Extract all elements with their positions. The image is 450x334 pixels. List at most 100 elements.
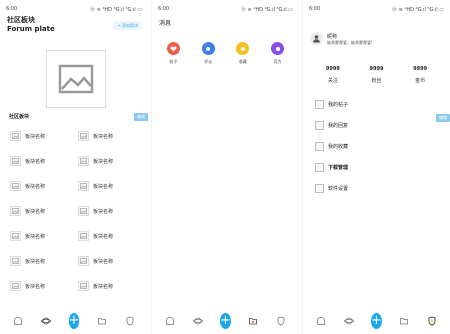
category-official[interactable]: 官方 [267, 42, 289, 65]
folder-active-icon [249, 318, 258, 325]
image-thumb-icon [10, 256, 21, 266]
star-icon [236, 42, 250, 55]
image-thumb-icon [78, 131, 89, 141]
menu-settings[interactable]: 软件设置 [315, 184, 348, 193]
replies-icon [315, 121, 324, 130]
forum-item[interactable]: 板块名称 [78, 206, 113, 216]
status-icons: ⓑ ≋ ¹HD ⁴G.ıl ⁵G.ıl ▭ [241, 7, 293, 13]
menu-my-favorites[interactable]: 我的收藏 [315, 142, 348, 151]
stat-value: 9999 [413, 66, 428, 72]
planet-icon [192, 317, 203, 325]
forum-item[interactable]: 板块名称 [78, 131, 113, 141]
menu-my-posts[interactable]: 我的帖子 [315, 100, 348, 109]
forum-item[interactable]: 板块名称 [78, 231, 113, 241]
status-icons: ⓑ ≋ ¹HD ⁴G.ıl ⁵G.ıl ▭ [90, 7, 142, 13]
forum-item-label: 板块名称 [25, 258, 46, 265]
image-placeholder-icon [58, 64, 94, 94]
page-title: 社区板块 [7, 16, 35, 24]
edit-button[interactable]: 编辑 [134, 113, 148, 121]
tab-messages[interactable] [399, 316, 409, 326]
image-thumb-icon [10, 231, 21, 241]
home-icon [165, 317, 174, 325]
forum-item[interactable]: 板块名称 [78, 256, 113, 266]
forum-item-label: 板块名称 [93, 233, 114, 240]
stat-followers[interactable]: 9999 粉丝 [370, 66, 384, 84]
planet-icon [343, 317, 354, 325]
settings-icon [315, 184, 324, 193]
forum-item-label: 板块名称 [25, 283, 46, 290]
add-forum-button[interactable]: + 添加版块 [113, 21, 142, 30]
comment-icon [201, 42, 215, 55]
category-comments[interactable]: 评论 [197, 42, 219, 65]
stat-label: 关注 [327, 78, 338, 84]
forum-item[interactable]: 板块名称 [10, 206, 45, 216]
tab-messages[interactable] [248, 316, 258, 326]
forum-item[interactable]: 板块名称 [10, 131, 45, 141]
forum-item[interactable]: 板块名称 [10, 256, 45, 266]
tab-publish[interactable]: + [68, 313, 80, 329]
add-icon: + [371, 313, 382, 329]
edit-button[interactable]: 编辑 [436, 114, 450, 122]
menu-label: 软件设置 [328, 186, 349, 192]
messages-screen: 6:00 ⓑ ≋ ¹HD ⁴G.ıl ⁵G.ıl ▭ 消息 帖子 评论 收藏 官… [151, 0, 299, 334]
forum-item[interactable]: 板块名称 [10, 281, 45, 291]
shield-active-icon [428, 316, 436, 326]
menu-my-replies[interactable]: 我的回复 [315, 121, 348, 130]
avatar[interactable] [310, 32, 323, 45]
tab-bar: + [152, 308, 299, 334]
status-bar: 6:00 ⓑ ≋ ¹HD ⁴G.ıl ⁵G.ıl ▭ [309, 4, 444, 14]
category-posts[interactable]: 帖子 [162, 42, 184, 65]
section-title: 社区板块 [9, 114, 30, 120]
forum-screen: 6:00 ⓑ ≋ ¹HD ⁴G.ıl ⁵G.ıl ▭ 社区板块 Forum pl… [0, 0, 148, 334]
forum-item[interactable]: 板块名称 [10, 181, 45, 191]
menu-label: 我的回复 [328, 123, 349, 129]
page-subtitle: Forum plate [7, 25, 55, 33]
heart-icon [166, 42, 180, 55]
official-icon [271, 42, 285, 55]
forum-item[interactable]: 板块名称 [78, 156, 113, 166]
forum-item[interactable]: 板块名称 [78, 281, 113, 291]
tab-messages[interactable] [97, 316, 107, 326]
stat-coins[interactable]: 9999 金币 [413, 66, 427, 84]
forum-item-label: 板块名称 [25, 233, 46, 240]
category-favorites[interactable]: 收藏 [232, 42, 254, 65]
tab-forum[interactable] [343, 316, 354, 326]
tab-home[interactable] [13, 316, 23, 326]
tab-publish[interactable]: + [371, 313, 382, 329]
banner-image [46, 50, 106, 108]
tab-publish[interactable]: + [220, 313, 231, 329]
stat-value: 9999 [325, 66, 340, 72]
planet-icon [41, 317, 51, 325]
stat-label: 金币 [415, 78, 426, 84]
forum-item[interactable]: 板块名称 [78, 181, 113, 191]
status-time: 6:00 [6, 6, 18, 12]
forum-item-label: 板块名称 [25, 133, 46, 140]
forum-item-label: 板块名称 [93, 283, 114, 290]
image-thumb-icon [10, 281, 21, 291]
menu-downloads[interactable]: 下载管理 [315, 163, 348, 172]
menu-label: 我的收藏 [328, 144, 349, 150]
page-title: 消息 [159, 20, 172, 27]
tab-forum[interactable] [41, 316, 51, 326]
user-icon [313, 35, 320, 43]
image-thumb-icon [78, 181, 89, 191]
tab-forum[interactable] [192, 316, 203, 326]
tab-profile[interactable] [427, 316, 437, 326]
tab-home[interactable] [316, 316, 326, 326]
forum-item-label: 板块名称 [93, 133, 114, 140]
profile-screen: 6:00 ⓑ ≋ ¹HD ⁴G.ıl ⁵G.ıl ▭ 昵称 能承蒙厚爱，能承蒙厚… [302, 0, 450, 334]
category-label: 帖子 [169, 59, 178, 64]
forum-item[interactable]: 板块名称 [10, 231, 45, 241]
image-thumb-icon [78, 206, 89, 216]
category-label: 收藏 [238, 59, 247, 64]
home-icon [14, 317, 22, 325]
forum-item-label: 板块名称 [93, 208, 114, 215]
user-description: 能承蒙厚爱，能承蒙厚爱! [327, 40, 373, 45]
stat-following[interactable]: 9999 关注 [326, 66, 340, 84]
tab-profile[interactable] [276, 316, 286, 326]
forum-item[interactable]: 板块名称 [10, 156, 45, 166]
forum-item-label: 板块名称 [25, 183, 46, 190]
tab-profile[interactable] [125, 316, 135, 326]
forum-item-label: 板块名称 [93, 258, 114, 265]
tab-home[interactable] [165, 316, 175, 326]
